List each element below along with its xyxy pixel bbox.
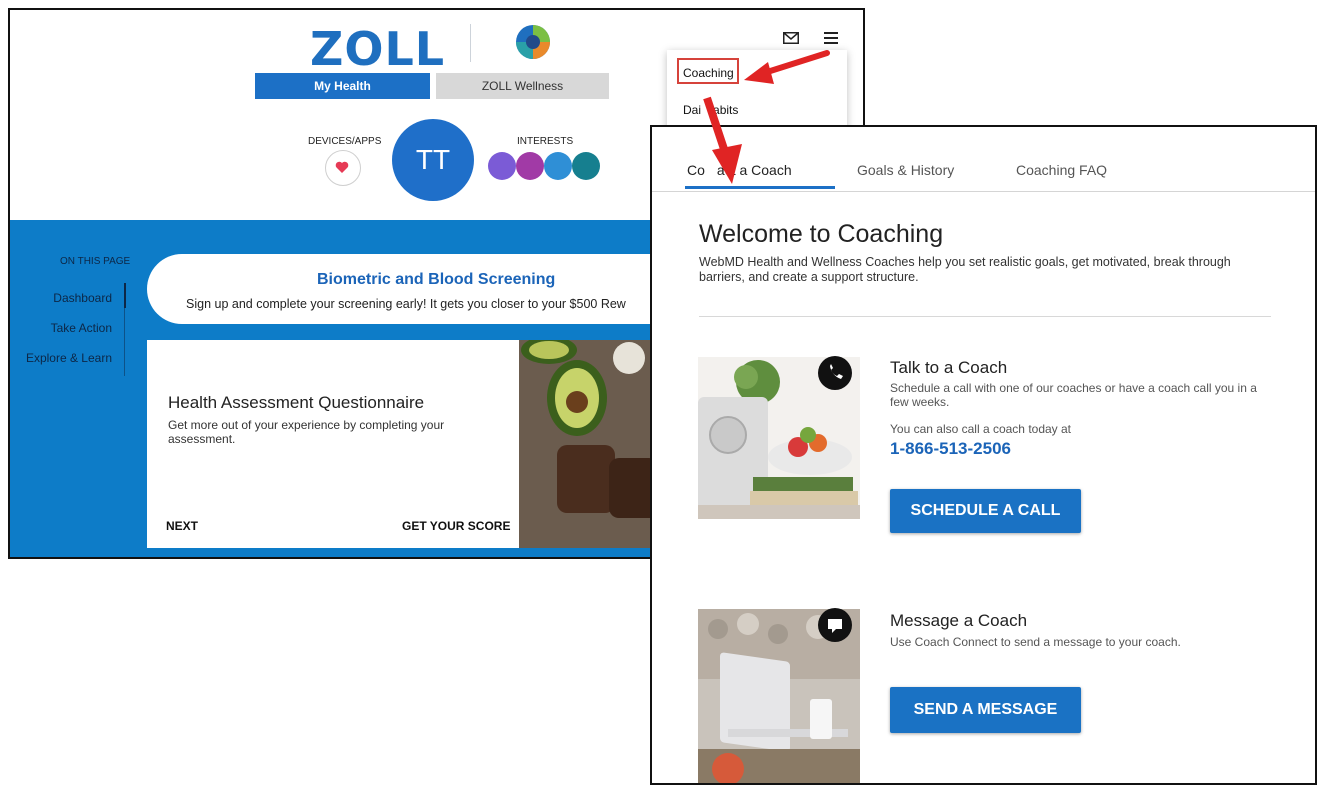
heart-icon	[335, 161, 349, 173]
phone-icon	[830, 364, 843, 379]
side-nav-active-indicator	[124, 283, 126, 308]
active-tab-indicator	[685, 186, 835, 189]
hra-card-title: Health Assessment Questionnaire	[168, 393, 425, 412]
message-coach-title: Message a Coach	[890, 611, 1028, 630]
sleep-interest-icon[interactable]	[488, 152, 516, 180]
devices-apps-button[interactable]	[325, 150, 361, 186]
tab-coaching-faq[interactable]: Coaching FAQ	[1016, 162, 1107, 178]
nutrition-interest-icon[interactable]	[516, 152, 544, 180]
user-avatar[interactable]: TT	[392, 119, 474, 201]
tab-zoll-wellness[interactable]: ZOLL Wellness	[436, 73, 609, 99]
tab-my-health[interactable]: My Health	[255, 73, 430, 99]
message-badge-icon	[818, 608, 852, 642]
talk-to-coach-description: Schedule a call with one of our coaches …	[890, 381, 1257, 409]
coaching-window: Co act a Coach Goals & History Coaching F…	[650, 125, 1317, 785]
call-today-text: You can also call a coach today at	[890, 422, 1072, 436]
logo-divider	[470, 24, 471, 62]
menu-item-daily-habits-head: Dai	[683, 103, 702, 117]
phone-badge-icon	[818, 356, 852, 390]
coaching-intro: WebMD Health and Wellness Coaches help y…	[699, 255, 1231, 284]
hamburger-menu-icon[interactable]	[824, 32, 838, 44]
hra-card-description: Get more out of your experience by compl…	[168, 418, 445, 446]
page-title: Welcome to Coaching	[699, 220, 944, 248]
send-message-button[interactable]: SEND A MESSAGE	[890, 687, 1081, 733]
menu-item-daily-habits[interactable]: Dai abits	[683, 103, 738, 117]
menu-item-coaching[interactable]: Coaching	[677, 58, 739, 84]
section-divider	[699, 316, 1271, 317]
talk-to-coach-title: Talk to a Coach	[890, 358, 1008, 377]
get-your-score-button[interactable]: GET YOUR SCORE	[402, 519, 510, 533]
side-nav-dashboard[interactable]: Dashboard	[50, 291, 112, 305]
chat-bubble-icon	[828, 619, 842, 633]
side-nav-explore-learn[interactable]: Explore & Learn	[10, 351, 112, 365]
tab-contact-a-coach[interactable]: Co act a Coach	[687, 162, 792, 178]
message-coach-description: Use Coach Connect to send a message to y…	[890, 635, 1181, 649]
tab-goals-history[interactable]: Goals & History	[857, 162, 954, 178]
menu-item-daily-habits-tail: abits	[713, 103, 739, 117]
side-nav-rail	[124, 308, 125, 376]
side-nav-take-action[interactable]: Take Action	[30, 321, 112, 335]
interests-label: INTERESTS	[517, 136, 574, 147]
food-photo-image	[519, 340, 669, 548]
devices-apps-label: DEVICES/APPS	[308, 136, 382, 147]
schedule-call-button[interactable]: SCHEDULE A CALL	[890, 489, 1081, 533]
zoll-logo: ZOLL	[310, 22, 446, 76]
tab-divider	[652, 191, 1315, 192]
tab-contact-tail: act a Coach	[716, 162, 792, 178]
on-this-page-heading: ON THIS PAGE	[60, 256, 131, 267]
mail-icon[interactable]	[783, 32, 799, 44]
coach-phone-link[interactable]: 1-866-513-2506	[890, 439, 1011, 459]
tab-contact-head: Co	[687, 162, 705, 178]
heart-interest-icon[interactable]	[544, 152, 572, 180]
weight-interest-icon[interactable]	[572, 152, 600, 180]
next-button[interactable]: NEXT	[166, 519, 198, 533]
biometric-card-title: Biometric and Blood Screening	[317, 271, 556, 288]
biometric-card-subtitle: Sign up and complete your screening earl…	[186, 297, 626, 311]
wellness-logo-icon	[516, 25, 550, 59]
